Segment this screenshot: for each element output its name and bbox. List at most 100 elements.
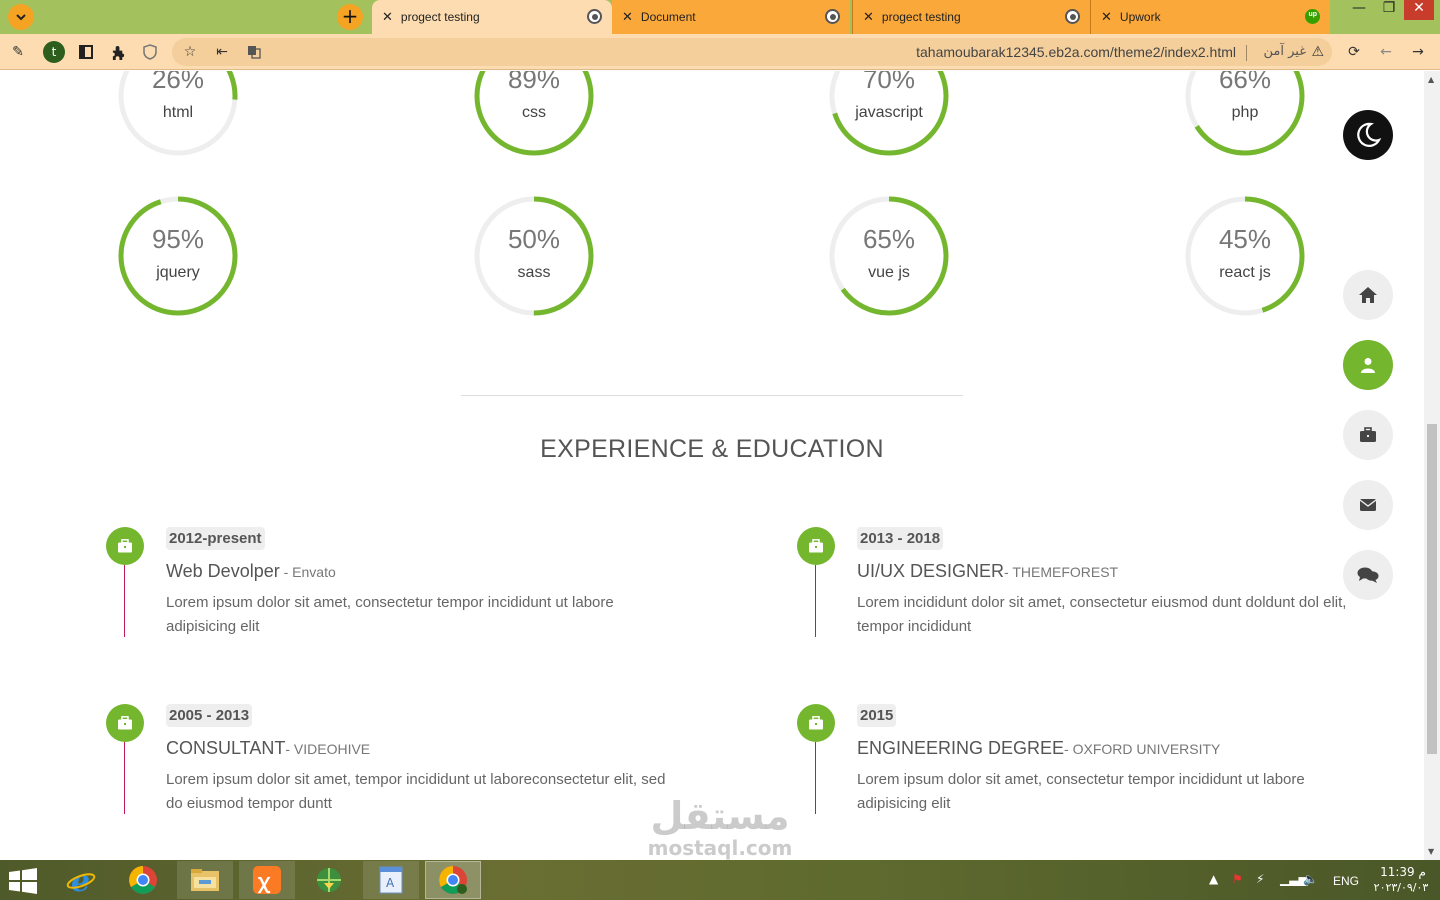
taskbar-network-app[interactable] (301, 861, 357, 899)
browser-tab[interactable]: ✕ Upwork up (1090, 0, 1330, 34)
skill-name: javascript (855, 104, 923, 121)
timeline-role: CONSULTANT- VIDEOHIVE (166, 738, 370, 759)
tray-power-icon[interactable]: ⚡ (1256, 872, 1264, 886)
home-icon (1359, 287, 1377, 303)
document-icon: A (379, 866, 403, 894)
mostaql-watermark: مستقل mostaql.com (630, 796, 810, 860)
tray-expand-icon[interactable]: ▲ (1209, 872, 1218, 886)
timeline-badge (106, 704, 144, 742)
language-indicator[interactable]: ENG (1333, 874, 1359, 888)
skill-circle-sass: 50% sass (472, 194, 596, 318)
nav-about-button[interactable] (1343, 340, 1393, 390)
nav-contact-button[interactable] (1343, 480, 1393, 530)
folder-icon (191, 869, 219, 891)
timeline-line (124, 565, 125, 637)
back-icon[interactable]: → (1408, 42, 1428, 62)
close-tab-icon[interactable]: ✕ (382, 10, 393, 25)
close-tab-icon[interactable]: ✕ (1101, 10, 1112, 25)
url-text[interactable]: tahamoubarak12345.eb2a.com/theme2/index2… (916, 44, 1236, 60)
nav-home-button[interactable] (1343, 270, 1393, 320)
translate-icon[interactable] (244, 42, 264, 62)
tab-title: Upwork (1119, 10, 1161, 24)
timeline-badge (797, 704, 835, 742)
xampp-icon: ꭓ (253, 866, 281, 894)
taskbar-chrome[interactable] (115, 861, 171, 899)
timeline-line (124, 742, 125, 814)
timeline-description: Lorem ipsum dolor sit amet, consectetur … (166, 594, 614, 635)
tray-flag-icon[interactable]: ⚑ (1232, 872, 1243, 886)
bookmark-sidebar-icon[interactable]: ✎ (8, 42, 28, 62)
skill-name: css (522, 104, 546, 121)
star-icon[interactable]: ☆ (180, 42, 200, 62)
taskbar-notepad[interactable]: A (363, 861, 419, 899)
watermark-arabic: مستقل (650, 794, 790, 838)
timeline-title: CONSULTANT (166, 738, 286, 758)
watermark-latin: mostaql.com (647, 836, 793, 860)
timeline-badge (106, 527, 144, 565)
clock-date[interactable]: ٢٠٢٣/٠٩/٠٣ (1366, 881, 1436, 894)
reload-icon[interactable]: ⟳ (1344, 42, 1364, 62)
close-tab-icon[interactable]: ✕ (863, 10, 874, 25)
nav-portfolio-button[interactable] (1343, 410, 1393, 460)
close-window-button[interactable]: ✕ (1404, 0, 1434, 20)
maximize-button[interactable]: ❐ (1374, 0, 1404, 20)
browser-tab[interactable]: ✕ progect testing (852, 0, 1090, 34)
timeline-badge (797, 527, 835, 565)
new-tab-button[interactable]: + (337, 4, 363, 30)
tray-volume-icon[interactable]: 🔈 (1303, 872, 1318, 886)
warning-icon[interactable]: ⚠ (1311, 44, 1324, 60)
internet-explorer-icon: e (66, 865, 96, 895)
skill-percent: 65% (862, 224, 916, 254)
side-panel-icon[interactable] (76, 42, 96, 62)
taskbar-internet-explorer[interactable]: e (53, 861, 109, 899)
security-label[interactable]: غير آمن (1264, 44, 1307, 59)
minimize-button[interactable]: — (1344, 0, 1374, 20)
timeline-date: 2012-present (166, 527, 265, 550)
scroll-up-arrow[interactable]: ▲ (1428, 75, 1434, 84)
start-button[interactable] (8, 868, 40, 894)
taskbar-xampp[interactable]: ꭓ (239, 861, 295, 899)
chrome-icon (129, 866, 157, 894)
taskbar-file-explorer[interactable] (177, 861, 233, 899)
skill-circle-html: 26% html (116, 71, 240, 158)
svg-text:ꭓ: ꭓ (257, 869, 271, 894)
browser-tab[interactable]: ✕ Document (612, 0, 850, 34)
skill-circle-css: 89% css (472, 71, 596, 158)
skill-progress-ring (474, 196, 594, 316)
page-viewport: 26% html 89% css 70% javascript 66% php 95% jquer… (0, 71, 1424, 860)
nav-blog-button[interactable] (1343, 550, 1393, 600)
globe-icon (825, 9, 840, 24)
tab-search-button[interactable] (8, 4, 34, 30)
section-divider (461, 395, 963, 396)
skill-circle-jquery: 95% jquery (116, 194, 240, 318)
tab-title: progect testing (881, 10, 961, 24)
scroll-thumb[interactable] (1427, 424, 1437, 754)
browser-tab[interactable]: ✕ progect testing (372, 0, 612, 34)
skill-name: jquery (156, 264, 200, 281)
browser-tab-strip: + ✕ progect testing ✕ Document ✕ progect… (0, 0, 1440, 34)
timeline-title: UI/UX DESIGNER (857, 561, 1005, 581)
timeline-description: Lorem incididunt dolor sit amet, consect… (857, 594, 1347, 635)
briefcase-icon (118, 539, 132, 553)
share-icon[interactable]: ⇤ (212, 42, 232, 62)
timeline-line (815, 742, 816, 814)
browser-toolbar: ✎ t ☆ ⇤ tahamoubarak12345.eb2a.com/theme… (0, 34, 1440, 70)
skill-circle-javascript: 70% javascript (827, 71, 951, 158)
clock-time[interactable]: 11:39 م (1376, 865, 1430, 879)
address-bar[interactable]: ☆ ⇤ tahamoubarak12345.eb2a.com/theme2/in… (172, 38, 1332, 66)
skill-circle-vue-js: 65% vue js (827, 194, 951, 318)
dark-mode-toggle[interactable] (1343, 110, 1393, 160)
skill-percent: 89% (507, 71, 561, 94)
scroll-down-arrow[interactable]: ▼ (1428, 847, 1434, 856)
close-tab-icon[interactable]: ✕ (622, 10, 633, 25)
briefcase-icon (1360, 427, 1376, 442)
extensions-icon[interactable] (108, 42, 128, 62)
forward-icon[interactable]: ← (1376, 42, 1396, 62)
timeline-role: Web Devolper - Envato (166, 561, 336, 582)
shield-icon[interactable] (140, 42, 160, 62)
timeline-title: ENGINEERING DEGREE (857, 738, 1065, 758)
taskbar-chrome-active[interactable] (425, 861, 481, 899)
profile-avatar[interactable]: t (43, 41, 65, 63)
timeline-organization: - VIDEOHIVE (285, 741, 371, 757)
page-scrollbar[interactable]: ▲ ▼ (1424, 71, 1440, 860)
